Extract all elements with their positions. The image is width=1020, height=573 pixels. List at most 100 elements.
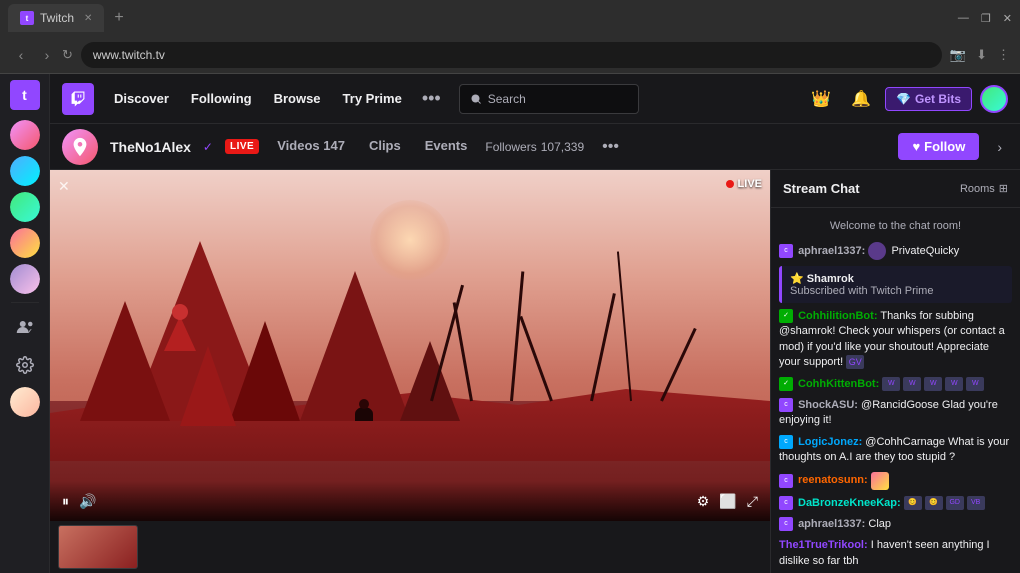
star-icon: ⭐ xyxy=(790,273,804,285)
twitch-navbar: Discover Following Browse Try Prime ••• … xyxy=(50,74,1020,124)
left-rail: t xyxy=(0,74,50,573)
volume-button[interactable]: 🔊 xyxy=(79,493,96,510)
bronze-emote-4: VB xyxy=(967,496,985,510)
live-badge: LIVE xyxy=(225,139,259,154)
welcome-emote-5: W xyxy=(966,377,984,391)
live-dot xyxy=(726,180,734,188)
play-pause-button[interactable]: ⏸ xyxy=(62,493,69,510)
rail-logo[interactable]: t xyxy=(10,80,40,110)
sub-username: Shamrok xyxy=(807,273,854,285)
msg-user-aphrael1: aphrael1337: xyxy=(798,245,865,257)
follow-button[interactable]: ♥ Follow xyxy=(898,133,979,160)
chat-message-bot-1: ✓ CohhilitionBot: Thanks for subbing @sh… xyxy=(779,309,1012,371)
video-controls: ⏸ 🔊 ⚙ ⬜ ⤢ xyxy=(50,481,770,521)
msg-user-trikool: The1TrueTrikool: xyxy=(779,539,868,551)
welcome-emote-2: W xyxy=(903,377,921,391)
channel-tab-clips[interactable]: Clips xyxy=(363,134,407,159)
tab-label: Twitch xyxy=(40,11,74,25)
chat-message-5: c reenatosunn: xyxy=(779,472,1012,490)
forward-button[interactable]: › xyxy=(36,47,58,63)
msg-user-bronze: DaBronzeKneeKap: xyxy=(798,496,901,511)
search-bar[interactable]: Search xyxy=(459,84,639,114)
rail-divider xyxy=(11,302,39,303)
fullscreen-button[interactable]: ⤢ xyxy=(747,493,758,510)
twitch-app: t Di xyxy=(0,74,1020,573)
channel-avatar[interactable] xyxy=(62,129,98,165)
browser-titlebar: t Twitch ✕ + — ❐ ✕ xyxy=(0,0,1020,36)
rooms-button[interactable]: Rooms ⊞ xyxy=(960,182,1008,195)
search-placeholder: Search xyxy=(488,92,526,106)
camera-icon[interactable]: 📷 xyxy=(950,47,966,63)
rail-avatar-1[interactable] xyxy=(10,120,40,150)
rail-avatar-4[interactable] xyxy=(10,228,40,258)
sun-glow xyxy=(370,200,450,280)
back-button[interactable]: ‹ xyxy=(10,47,32,63)
theater-button[interactable]: ⬜ xyxy=(719,493,736,510)
nav-link-discover[interactable]: Discover xyxy=(104,85,179,112)
restore-button[interactable]: ❐ xyxy=(981,12,991,25)
character xyxy=(355,407,373,421)
badge-c-4: c xyxy=(779,496,793,510)
channel-name: TheNo1Alex xyxy=(110,139,191,155)
thumbnail-1[interactable] xyxy=(58,525,138,569)
minimize-button[interactable]: — xyxy=(958,12,969,24)
badge-c-1: c xyxy=(779,398,793,412)
chat-message-4: c LogicJonez: @CohhCarnage What is your … xyxy=(779,435,1012,466)
channel-tab-events[interactable]: Events xyxy=(419,134,474,159)
badge-c-2: c xyxy=(779,435,793,449)
bot-badge-2: ✓ xyxy=(779,377,793,391)
settings-button[interactable]: ⚙ xyxy=(697,493,710,510)
mountain-3 xyxy=(230,321,300,421)
window-controls: — ❐ ✕ xyxy=(958,12,1012,25)
rooms-icon: ⊞ xyxy=(999,182,1008,195)
mountain-5 xyxy=(400,341,460,421)
url-bar[interactable]: www.twitch.tv xyxy=(81,42,942,68)
collapse-icon[interactable]: › xyxy=(991,139,1008,155)
live-text: LIVE xyxy=(738,178,762,190)
nav-link-following[interactable]: Following xyxy=(181,85,262,112)
tab-close-icon[interactable]: ✕ xyxy=(84,13,92,24)
msg-user-reena: reenatosunn: xyxy=(798,473,868,488)
chat-messages: Welcome to the chat room! c aphrael1337:… xyxy=(771,208,1020,573)
nav-link-try-prime[interactable]: Try Prime xyxy=(333,85,412,112)
rail-avatar-3[interactable] xyxy=(10,192,40,222)
chat-header: Stream Chat Rooms ⊞ xyxy=(771,170,1020,208)
rail-icon-settings[interactable] xyxy=(7,347,43,383)
menu-icon[interactable]: ⋮ xyxy=(997,47,1010,63)
badge-c-5: c xyxy=(779,517,793,531)
video-player[interactable]: ✕ LIVE ⏸ 🔊 ⚙ ⬜ ⤢ xyxy=(50,170,770,521)
thumbnail-strip xyxy=(50,521,770,573)
tab-favicon: t xyxy=(20,11,34,25)
channel-more-button[interactable]: ••• xyxy=(596,138,625,156)
download-icon[interactable]: ⬇ xyxy=(976,47,987,63)
channel-header: TheNo1Alex ✓ LIVE Videos 147 Clips Event… xyxy=(50,124,1020,170)
bot-badge-1: ✓ xyxy=(779,309,793,323)
rail-avatar-5[interactable] xyxy=(10,264,40,294)
get-bits-button[interactable]: 💎 Get Bits xyxy=(885,87,972,111)
bell-icon[interactable]: 🔔 xyxy=(845,85,877,113)
channel-tab-videos[interactable]: Videos 147 xyxy=(271,134,351,159)
rail-icon-friends[interactable] xyxy=(7,309,43,345)
diamond-icon: 💎 xyxy=(896,92,911,106)
video-close-button[interactable]: ✕ xyxy=(58,178,70,195)
nav-link-browse[interactable]: Browse xyxy=(264,85,331,112)
nav-more-button[interactable]: ••• xyxy=(414,84,449,113)
browser-toolbar-icons: 📷 ⬇ ⋮ xyxy=(950,47,1010,63)
msg-avatar-inline xyxy=(868,242,886,260)
bronze-emote-1: 😊 xyxy=(904,496,922,510)
user-avatar[interactable] xyxy=(980,85,1008,113)
chat-badge-c: c xyxy=(779,244,793,258)
chat-welcome-message: Welcome to the chat room! xyxy=(779,216,1012,236)
rail-avatar-6[interactable] xyxy=(10,387,40,417)
browser-tab[interactable]: t Twitch ✕ xyxy=(8,4,104,32)
rail-avatar-2[interactable] xyxy=(10,156,40,186)
badge-c-3: c xyxy=(779,474,793,488)
close-button[interactable]: ✕ xyxy=(1003,12,1012,25)
refresh-button[interactable]: ↻ xyxy=(62,47,73,63)
chat-sub-notice: ⭐ Shamrok Subscribed with Twitch Prime xyxy=(779,266,1012,303)
followers-label: Followers xyxy=(485,140,536,154)
new-tab-button[interactable]: + xyxy=(114,9,123,27)
crown-icon[interactable]: 👑 xyxy=(805,85,837,113)
twitch-logo[interactable] xyxy=(62,83,94,115)
welcome-emote-3: W xyxy=(924,377,942,391)
